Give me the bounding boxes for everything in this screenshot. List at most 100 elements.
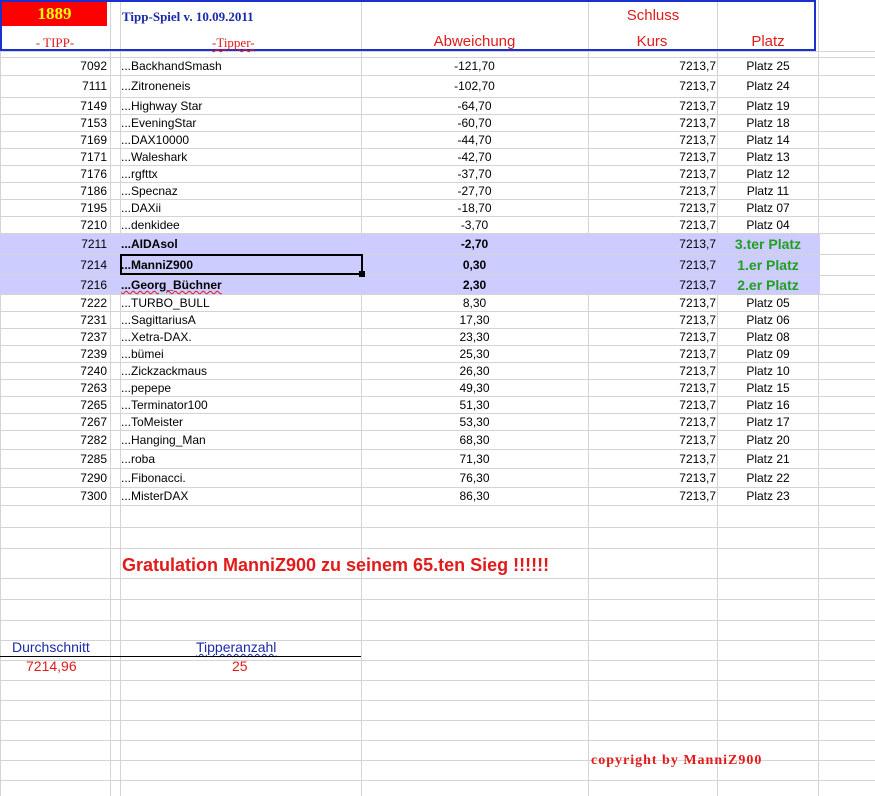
congratulation-message[interactable]: Gratulation ManniZ900 zu seinem 65.ten S… — [122, 555, 549, 576]
cell-abweichung[interactable]: 8,30 — [362, 295, 587, 312]
cell-tipp[interactable]: 7231 — [0, 312, 107, 329]
cell-kurs[interactable]: 7213,7 — [588, 450, 716, 468]
cell-kurs[interactable]: 7213,7 — [588, 166, 716, 183]
cell-platz[interactable]: Platz 11 — [718, 183, 818, 200]
cell-kurs[interactable]: 7213,7 — [588, 149, 716, 166]
cell-platz[interactable]: Platz 20 — [718, 431, 818, 449]
cell-abweichung[interactable]: 2,30 — [362, 276, 587, 294]
cell-tipp[interactable]: 7211 — [0, 234, 107, 254]
col-header-kurs[interactable]: Kurs — [588, 33, 716, 50]
cell-tipp[interactable]: 7237 — [0, 329, 107, 346]
cell-platz[interactable]: Platz 10 — [718, 363, 818, 380]
cell-tipp[interactable]: 7300 — [0, 488, 107, 505]
table-row[interactable]: 7222 ...TURBO_BULL 8,30 7213,7 Platz 05 — [0, 295, 820, 312]
cell-kurs[interactable]: 7213,7 — [588, 255, 716, 275]
cell-tipper-name[interactable]: ...bümei — [121, 346, 164, 363]
tipper-count-value[interactable]: 25 — [232, 658, 248, 674]
cell-abweichung[interactable]: 51,30 — [362, 397, 587, 414]
table-row[interactable]: 7263 ...pepepe 49,30 7213,7 Platz 15 — [0, 380, 820, 397]
cell-abweichung[interactable]: -3,70 — [362, 217, 587, 234]
cell-platz[interactable]: Platz 13 — [718, 149, 818, 166]
cell-tipper-name[interactable]: ...Waleshark — [121, 149, 187, 166]
cell-platz[interactable]: Platz 21 — [718, 450, 818, 468]
cell-kurs[interactable]: 7213,7 — [588, 276, 716, 294]
cell-tipp[interactable]: 7267 — [0, 414, 107, 431]
header-schluss[interactable]: Schluss — [588, 7, 718, 24]
cell-tipper-name[interactable]: ...TURBO_BULL — [121, 295, 210, 312]
table-row[interactable]: 7267 ...ToMeister 53,30 7213,7 Platz 17 — [0, 414, 820, 431]
cell-tipper-name[interactable]: ...Hanging_Man — [121, 431, 206, 449]
cell-tipp[interactable]: 7263 — [0, 380, 107, 397]
cell-kurs[interactable]: 7213,7 — [588, 76, 716, 97]
cell-tipp[interactable]: 7214 — [0, 255, 107, 275]
cell-kurs[interactable]: 7213,7 — [588, 217, 716, 234]
cell-platz[interactable]: Platz 22 — [718, 469, 818, 487]
cell-kurs[interactable]: 7213,7 — [588, 363, 716, 380]
cell-kurs[interactable]: 7213,7 — [588, 397, 716, 414]
table-row[interactable]: 7239 ...bümei 25,30 7213,7 Platz 09 — [0, 346, 820, 363]
col-header-platz[interactable]: Platz — [718, 33, 818, 50]
table-row[interactable]: 7216 ...Georg_Büchner 2,30 7213,7 2.er Platz — [0, 276, 820, 294]
cell-platz[interactable]: Platz 25 — [718, 58, 818, 75]
table-row[interactable]: 7092 ...BackhandSmash -121,70 7213,7 Platz 2… — [0, 58, 820, 75]
table-row[interactable]: 7211 ...AIDAsol -2,70 7213,7 3.ter Platz — [0, 234, 820, 254]
cell-tipper-name[interactable]: ...rgfttx — [121, 166, 158, 183]
table-row[interactable]: 7290 ...Fibonacci. 76,30 7213,7 Platz 22 — [0, 469, 820, 487]
cell-platz[interactable]: Platz 15 — [718, 380, 818, 397]
cell-tipper-name[interactable]: ...BackhandSmash — [121, 58, 222, 75]
cell-tipper-name[interactable]: ...Zitroneneis — [121, 76, 190, 97]
cell-kurs[interactable]: 7213,7 — [588, 295, 716, 312]
cell-kurs[interactable]: 7213,7 — [588, 414, 716, 431]
active-cell-selection[interactable] — [120, 254, 363, 275]
cell-platz[interactable]: Platz 18 — [718, 115, 818, 132]
table-row[interactable]: 7300 ...MisterDAX 86,30 7213,7 Platz 23 — [0, 488, 820, 505]
cell-tipper-name[interactable]: ...EveningStar — [121, 115, 196, 132]
cell-tipp[interactable]: 7186 — [0, 183, 107, 200]
average-value[interactable]: 7214,96 — [26, 658, 77, 674]
cell-abweichung[interactable]: -37,70 — [362, 166, 587, 183]
cell-platz[interactable]: Platz 12 — [718, 166, 818, 183]
cell-tipper-name[interactable]: ...denkidee — [121, 217, 180, 234]
cell-platz[interactable]: Platz 07 — [718, 200, 818, 217]
fill-handle[interactable] — [359, 271, 365, 277]
cell-abweichung[interactable]: -2,70 — [362, 234, 587, 254]
cell-tipper-name[interactable]: ...Zickzackmaus — [121, 363, 207, 380]
cell-tipp[interactable]: 7111 — [0, 76, 107, 97]
cell-abweichung[interactable]: -64,70 — [362, 98, 587, 115]
cell-tipp[interactable]: 7265 — [0, 397, 107, 414]
cell-platz[interactable]: Platz 06 — [718, 312, 818, 329]
cell-tipp[interactable]: 7149 — [0, 98, 107, 115]
table-row[interactable]: 7169 ...DAX10000 -44,70 7213,7 Platz 14 — [0, 132, 820, 149]
cell-tipp[interactable]: 7239 — [0, 346, 107, 363]
cell-platz[interactable]: Platz 09 — [718, 346, 818, 363]
table-row[interactable]: 7153 ...EveningStar -60,70 7213,7 Platz 18 — [0, 115, 820, 132]
col-header-abweichung[interactable]: Abweichung — [362, 33, 587, 50]
cell-abweichung[interactable]: 68,30 — [362, 431, 587, 449]
cell-platz[interactable]: 1.er Platz — [718, 255, 818, 275]
table-row[interactable]: 7237 ...Xetra-DAX. 23,30 7213,7 Platz 08 — [0, 329, 820, 346]
table-row[interactable]: 7265 ...Terminator100 51,30 7213,7 Platz 16 — [0, 397, 820, 414]
cell-platz[interactable]: Platz 23 — [718, 488, 818, 505]
cell-tipper-name[interactable]: ...Xetra-DAX. — [121, 329, 192, 346]
table-row[interactable]: 7176 ...rgfttx -37,70 7213,7 Platz 12 — [0, 166, 820, 183]
cell-tipp[interactable]: 7092 — [0, 58, 107, 75]
cell-tipper-name[interactable]: ...Specnaz — [121, 183, 178, 200]
table-row[interactable]: 7186 ...Specnaz -27,70 7213,7 Platz 11 — [0, 183, 820, 200]
cell-kurs[interactable]: 7213,7 — [588, 312, 716, 329]
cell-kurs[interactable]: 7213,7 — [588, 200, 716, 217]
cell-kurs[interactable]: 7213,7 — [588, 132, 716, 149]
cell-tipp[interactable]: 7216 — [0, 276, 107, 294]
cell-tipp[interactable]: 7169 — [0, 132, 107, 149]
table-row[interactable]: 7231 ...SagittariusA 17,30 7213,7 Platz 06 — [0, 312, 820, 329]
cell-tipp[interactable]: 7285 — [0, 450, 107, 468]
cell-abweichung[interactable]: 0,30 — [362, 255, 587, 275]
cell-platz[interactable]: 3.ter Platz — [718, 234, 818, 254]
cell-platz[interactable]: Platz 16 — [718, 397, 818, 414]
cell-kurs[interactable]: 7213,7 — [588, 115, 716, 132]
cell-tipper-name[interactable]: ...DAXii — [121, 200, 161, 217]
game-number-badge[interactable]: 1889 — [2, 2, 107, 26]
cell-abweichung[interactable]: 71,30 — [362, 450, 587, 468]
cell-abweichung[interactable]: 49,30 — [362, 380, 587, 397]
table-row[interactable]: 7285 ...roba 71,30 7213,7 Platz 21 — [0, 450, 820, 468]
cell-kurs[interactable]: 7213,7 — [588, 58, 716, 75]
